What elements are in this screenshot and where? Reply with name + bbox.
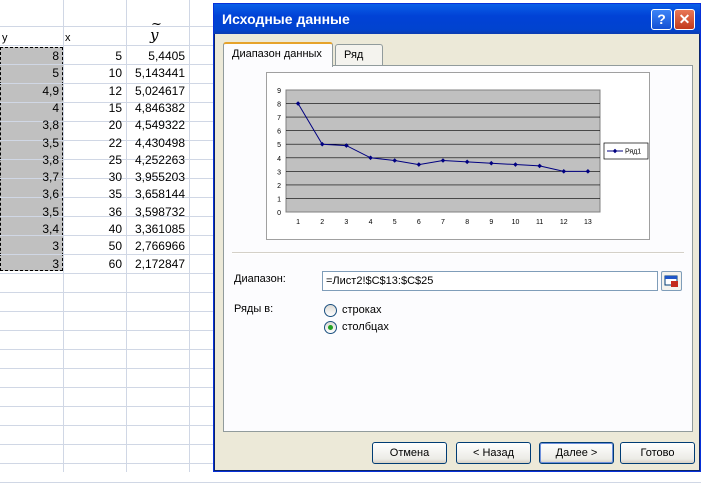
x-tick-label: 5	[393, 219, 397, 226]
tab-series[interactable]: Ряд	[335, 44, 383, 66]
tab-panel: 0 1 2 3 4 5 6 7 8 9 1 2 3 4 5 6 7 8 9 10 11 12 13 Ряд1 Диапазон…	[223, 65, 693, 432]
cell-yhat[interactable]: 3,658144	[126, 185, 189, 204]
y-tick-label: 9	[277, 88, 281, 95]
cell-yhat[interactable]: 5,024617	[126, 82, 189, 101]
collapse-dialog-icon	[664, 275, 678, 287]
x-tick-label: 1	[296, 219, 300, 226]
x-tick-label: 12	[560, 219, 568, 226]
chart-preview: 0 1 2 3 4 5 6 7 8 9 1 2 3 4 5 6 7 8 9 10 11 12 13 Ряд1	[266, 72, 650, 240]
cell-yhat[interactable]: 4,549322	[126, 116, 189, 135]
y-tick-label: 1	[277, 196, 281, 203]
x-tick-label: 6	[417, 219, 421, 226]
chart-svg: 01234567891 2 3 4 5 6 7 8 9 10 11 12 13Ряд1	[277, 88, 649, 226]
cell-yhat[interactable]: 4,846382	[126, 99, 189, 118]
y-tick-label: 4	[277, 156, 281, 163]
header-y[interactable]: y	[0, 29, 63, 48]
cell-yhat[interactable]: 3,955203	[126, 168, 189, 187]
x-tick-label: 9	[489, 219, 493, 226]
cell-yhat[interactable]: 3,598732	[126, 203, 189, 222]
collapse-dialog-button[interactable]	[661, 271, 682, 291]
cell-y[interactable]: 3,8	[0, 116, 63, 135]
cell-yhat[interactable]: 2,766966	[126, 237, 189, 256]
y-tick-label: 2	[277, 183, 281, 190]
cell-y[interactable]: 8	[0, 47, 63, 66]
cell-yhat[interactable]: 4,430498	[126, 134, 189, 153]
cell-x[interactable]: 15	[63, 99, 126, 118]
x-tick-label: 13	[584, 219, 592, 226]
source-data-dialog: Исходные данные ? ✕ Диапазон данных Ряд …	[213, 3, 701, 472]
cell-y[interactable]: 3,8	[0, 151, 63, 170]
y-tick-label: 6	[277, 129, 281, 136]
cell-yhat[interactable]: 2,172847	[126, 255, 189, 274]
next-button[interactable]: Далее >	[539, 442, 614, 464]
dialog-titlebar[interactable]: Исходные данные	[214, 4, 700, 34]
radio-rows-button[interactable]	[324, 304, 337, 317]
tab-data-range[interactable]: Диапазон данных	[223, 42, 333, 67]
cell-y[interactable]: 3,7	[0, 168, 63, 187]
cell-y[interactable]: 3	[0, 237, 63, 256]
cell-y[interactable]: 4	[0, 99, 63, 118]
close-button[interactable]: ✕	[674, 9, 695, 30]
x-tick-label: 11	[536, 219, 543, 226]
y-tick-label: 5	[277, 142, 281, 149]
cell-yhat[interactable]: 5,143441	[126, 64, 189, 83]
finish-button[interactable]: Готово	[620, 442, 695, 464]
cell-y[interactable]: 3,5	[0, 203, 63, 222]
cell-yhat[interactable]: 4,252263	[126, 151, 189, 170]
cell-y[interactable]: 3,6	[0, 185, 63, 204]
cell-x[interactable]: 40	[63, 220, 126, 239]
back-button[interactable]: < Назад	[456, 442, 531, 464]
cell-x[interactable]: 22	[63, 134, 126, 153]
cell-x[interactable]: 30	[63, 168, 126, 187]
cell-x[interactable]: 60	[63, 255, 126, 274]
y-tick-label: 0	[277, 210, 281, 217]
cell-x[interactable]: 35	[63, 185, 126, 204]
x-tick-label: 8	[465, 219, 469, 226]
radio-cols-label: столбцах	[342, 321, 389, 333]
help-button[interactable]: ?	[651, 9, 672, 30]
header-yhat[interactable]: y ~	[150, 17, 162, 44]
cell-x[interactable]: 36	[63, 203, 126, 222]
cell-y[interactable]: 5	[0, 64, 63, 83]
close-icon: ✕	[678, 11, 691, 27]
cell-x[interactable]: 50	[63, 237, 126, 256]
y-tick-label: 8	[277, 102, 281, 109]
cell-x[interactable]: 10	[63, 64, 126, 83]
header-x[interactable]: x	[63, 29, 126, 48]
x-tick-label: 7	[441, 219, 445, 226]
separator	[232, 252, 684, 254]
yhat-tilde: ~	[151, 17, 162, 32]
x-tick-label: 4	[369, 219, 373, 226]
x-tick-label: 2	[320, 219, 324, 226]
cell-yhat[interactable]: 3,361085	[126, 220, 189, 239]
cell-x[interactable]: 20	[63, 116, 126, 135]
dialog-title: Исходные данные	[222, 11, 350, 27]
range-label: Диапазон:	[234, 273, 286, 285]
cell-yhat[interactable]: 5,4405	[126, 47, 189, 66]
plot-area	[285, 89, 601, 213]
x-tick-label: 10	[512, 219, 520, 226]
radio-cols-button[interactable]	[324, 321, 337, 334]
cancel-button[interactable]: Отмена	[372, 442, 447, 464]
cell-x[interactable]: 12	[63, 82, 126, 101]
x-tick-label: 3	[344, 219, 348, 226]
y-tick-label: 3	[277, 169, 281, 176]
radio-rows-label: строках	[342, 304, 382, 316]
help-icon: ?	[657, 11, 666, 27]
series-in-label: Ряды в:	[234, 303, 274, 315]
cell-x[interactable]: 25	[63, 151, 126, 170]
cell-y[interactable]: 3,4	[0, 220, 63, 239]
y-tick-label: 7	[277, 115, 281, 122]
range-input[interactable]: =Лист2!$C$13:$C$25	[322, 271, 658, 291]
cell-y[interactable]: 4,9	[0, 82, 63, 101]
cell-y[interactable]: 3,5	[0, 134, 63, 153]
cell-x[interactable]: 5	[63, 47, 126, 66]
cell-y[interactable]: 3	[0, 255, 63, 274]
legend-label: Ряд1	[625, 149, 641, 156]
